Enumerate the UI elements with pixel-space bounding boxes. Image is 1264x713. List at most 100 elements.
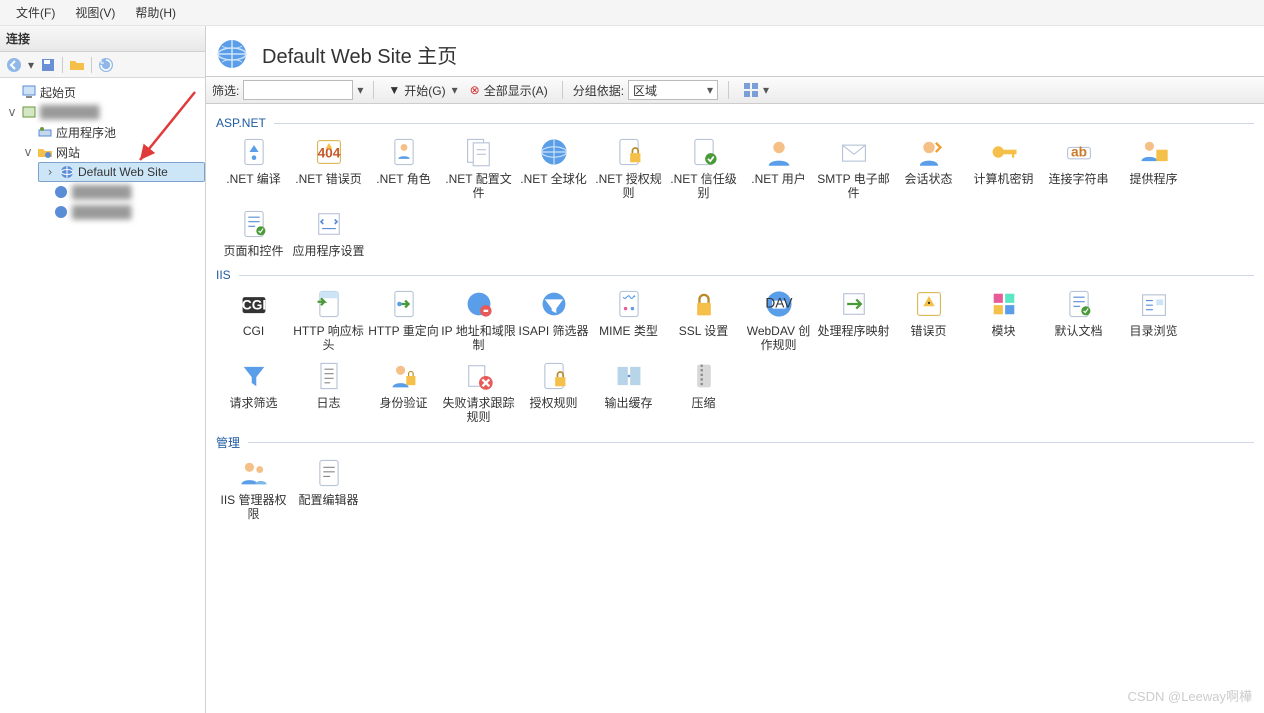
page-header: Default Web Site 主页: [206, 26, 1264, 76]
feature-item[interactable]: 目录浏览: [1116, 288, 1191, 352]
feature-item[interactable]: ISAPI 筛选器: [516, 288, 591, 352]
feature-item[interactable]: 应用程序设置: [291, 208, 366, 258]
section-iis-grid: CGICGIHTTP 响应标头HTTP 重定向IP 地址和域限制ISAPI 筛选…: [216, 284, 1254, 428]
feature-icon: [313, 360, 345, 392]
feature-icon: [688, 360, 720, 392]
feature-item[interactable]: .NET 编译: [216, 136, 291, 200]
feature-item[interactable]: 提供程序: [1116, 136, 1191, 200]
feature-icon: [238, 208, 270, 240]
feature-item[interactable]: IP 地址和域限制: [441, 288, 516, 352]
feature-icon: [988, 136, 1020, 168]
feature-label: SSL 设置: [666, 324, 741, 338]
feature-item[interactable]: DAVWebDAV 创作规则: [741, 288, 816, 352]
tree-start-label: 起始页: [40, 84, 76, 101]
tree-site2[interactable]: ███████: [0, 182, 205, 202]
refresh-icon[interactable]: [98, 57, 114, 73]
feature-label: .NET 授权规则: [591, 172, 666, 200]
feature-item[interactable]: 压缩: [666, 360, 741, 424]
tree-server-label: ███████: [40, 105, 100, 119]
feature-icon: [688, 136, 720, 168]
feature-item[interactable]: SMTP 电子邮件: [816, 136, 891, 200]
svg-text:DAV: DAV: [765, 295, 793, 310]
back-icon[interactable]: [6, 57, 22, 73]
feature-item[interactable]: 计算机密钥: [966, 136, 1041, 200]
feature-item[interactable]: IIS 管理器权限: [216, 457, 291, 521]
feature-item[interactable]: 模块: [966, 288, 1041, 352]
feature-item[interactable]: HTTP 响应标头: [291, 288, 366, 352]
feature-label: IIS 管理器权限: [216, 493, 291, 521]
menu-file[interactable]: 文件(F): [6, 0, 65, 25]
showall-button[interactable]: ⊗全部显示(A): [466, 80, 552, 101]
section-mgmt-head: 管理: [216, 434, 1254, 451]
view-button[interactable]: ▾: [739, 80, 773, 100]
feature-label: .NET 全球化: [516, 172, 591, 186]
feature-label: ISAPI 筛选器: [516, 324, 591, 338]
feature-item[interactable]: ab连接字符串: [1041, 136, 1116, 200]
feature-item[interactable]: .NET 全球化: [516, 136, 591, 200]
tree-sites-label: 网站: [56, 144, 80, 161]
feature-item[interactable]: 输出缓存: [591, 360, 666, 424]
save-icon[interactable]: [40, 57, 56, 73]
feature-icon: [613, 136, 645, 168]
feature-item[interactable]: 身份验证: [366, 360, 441, 424]
feature-item[interactable]: 失败请求跟踪规则: [441, 360, 516, 424]
tree-sites[interactable]: v网站: [0, 142, 205, 162]
feature-icon: [913, 288, 945, 320]
feature-label: .NET 错误页: [291, 172, 366, 186]
feature-label: 输出缓存: [591, 396, 666, 410]
watermark: CSDN @Leeway啊樺: [1128, 686, 1252, 705]
feature-item[interactable]: .NET 角色: [366, 136, 441, 200]
tree: 起始页 v███████ 应用程序池 v网站 ›Default Web Site…: [0, 78, 205, 713]
funnel-icon: ▼: [388, 83, 400, 97]
tree-site3[interactable]: ███████: [0, 202, 205, 222]
feature-icon: [388, 136, 420, 168]
feature-item[interactable]: MIME 类型: [591, 288, 666, 352]
feature-label: .NET 角色: [366, 172, 441, 186]
tree-site2-label: ███████: [72, 185, 132, 199]
tree-site1-label: Default Web Site: [78, 165, 168, 179]
feature-item[interactable]: 错误页: [891, 288, 966, 352]
groupby-select[interactable]: 区域: [628, 80, 718, 100]
feature-item[interactable]: 会话状态: [891, 136, 966, 200]
feature-item[interactable]: .NET 配置文件: [441, 136, 516, 200]
feature-item[interactable]: 404.NET 错误页: [291, 136, 366, 200]
feature-item[interactable]: 处理程序映射: [816, 288, 891, 352]
feature-label: 提供程序: [1116, 172, 1191, 186]
icon-area: ASP.NET .NET 编译404.NET 错误页.NET 角色.NET 配置…: [206, 104, 1264, 713]
feature-label: 计算机密钥: [966, 172, 1041, 186]
sidebar-title: 连接: [0, 26, 205, 52]
feature-item[interactable]: 配置编辑器: [291, 457, 366, 521]
svg-text:ab: ab: [1071, 145, 1087, 160]
feature-label: .NET 信任级别: [666, 172, 741, 200]
feature-label: 压缩: [666, 396, 741, 410]
go-button[interactable]: ▼开始(G)▾: [384, 80, 461, 101]
filter-input[interactable]: [243, 80, 353, 100]
section-mgmt-grid: IIS 管理器权限配置编辑器: [216, 453, 1254, 525]
tree-server[interactable]: v███████: [0, 102, 205, 122]
tree-start[interactable]: 起始页: [0, 82, 205, 102]
feature-label: 请求筛选: [216, 396, 291, 410]
feature-item[interactable]: 授权规则: [516, 360, 591, 424]
feature-item[interactable]: 页面和控件: [216, 208, 291, 258]
feature-icon: [388, 288, 420, 320]
globe-icon: [216, 38, 248, 70]
groupby-value: 区域: [633, 82, 657, 99]
feature-item[interactable]: .NET 信任级别: [666, 136, 741, 200]
menu-view[interactable]: 视图(V): [65, 0, 125, 25]
tree-apppool[interactable]: 应用程序池: [0, 122, 205, 142]
groupby-label: 分组依据:: [573, 82, 624, 99]
feature-item[interactable]: .NET 授权规则: [591, 136, 666, 200]
feature-item[interactable]: 请求筛选: [216, 360, 291, 424]
section-iis-head: IIS: [216, 268, 1254, 282]
feature-item[interactable]: SSL 设置: [666, 288, 741, 352]
feature-item[interactable]: 日志: [291, 360, 366, 424]
feature-label: 默认文档: [1041, 324, 1116, 338]
feature-item[interactable]: 默认文档: [1041, 288, 1116, 352]
feature-label: IP 地址和域限制: [441, 324, 516, 352]
feature-item[interactable]: HTTP 重定向: [366, 288, 441, 352]
tree-default-website[interactable]: ›Default Web Site: [38, 162, 205, 182]
folder-icon[interactable]: [69, 57, 85, 73]
feature-item[interactable]: CGICGI: [216, 288, 291, 352]
menu-help[interactable]: 帮助(H): [125, 0, 186, 25]
feature-item[interactable]: .NET 用户: [741, 136, 816, 200]
